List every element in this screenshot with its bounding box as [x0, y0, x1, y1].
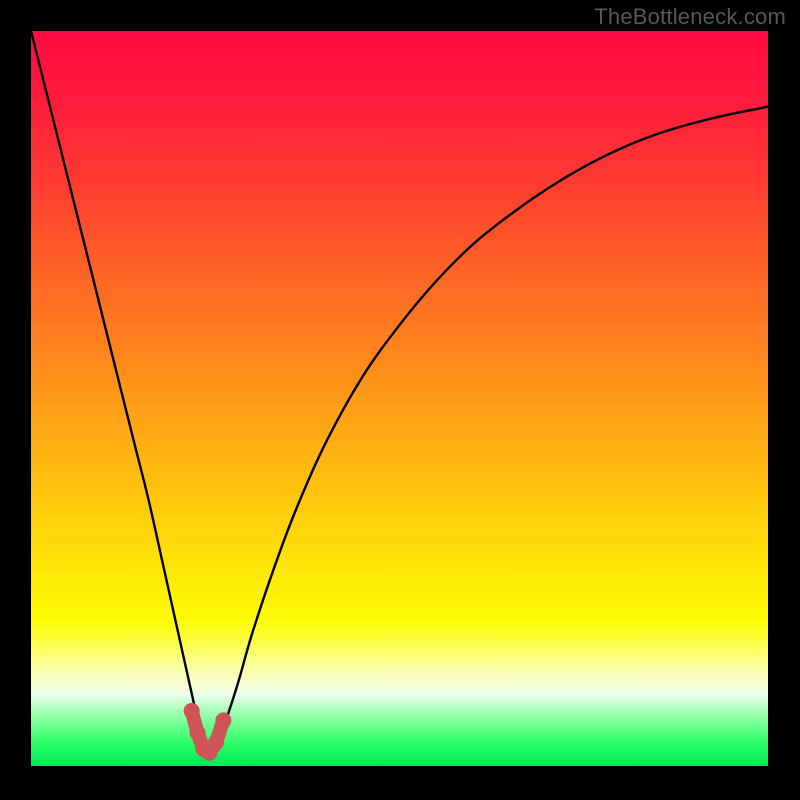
heat-gradient-background: [31, 31, 768, 766]
plot-area: [31, 31, 768, 766]
gradient-rect: [31, 31, 768, 766]
watermark-text: TheBottleneck.com: [594, 4, 786, 30]
